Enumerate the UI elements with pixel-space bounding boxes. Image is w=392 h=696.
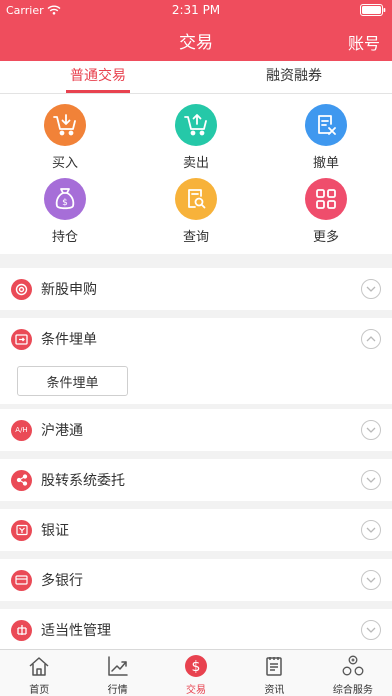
page-title: 交易 xyxy=(179,33,213,53)
trade-tabs: 普通交易 融资融券 xyxy=(0,61,392,94)
bank-securities-icon xyxy=(11,519,32,541)
conditional-order-icon xyxy=(11,328,32,350)
menu-row-share-transfer[interactable]: 股转系统委托 xyxy=(0,459,392,501)
sell-button[interactable]: 卖出 xyxy=(156,104,236,171)
tab-margin-trade[interactable]: 融资融券 xyxy=(196,61,392,93)
menu-row-bank-securities[interactable]: 银证 xyxy=(0,509,392,551)
chevron-down-icon xyxy=(361,570,381,590)
document-search-icon xyxy=(175,178,217,220)
chevron-down-icon xyxy=(361,520,381,540)
menu-row-suitability[interactable]: 适当性管理 xyxy=(0,609,392,651)
trend-chart-icon xyxy=(106,654,130,678)
svg-text:$: $ xyxy=(192,659,201,675)
sell-label: 卖出 xyxy=(182,156,209,171)
chevron-up-icon xyxy=(361,329,381,349)
buy-button[interactable]: 买入 xyxy=(25,104,105,171)
tabbar-label: 综合服务 xyxy=(332,685,373,696)
menu-row-hk-connect[interactable]: A/H 沪港通 xyxy=(0,409,392,451)
query-button[interactable]: 查询 xyxy=(156,178,236,245)
cancel-order-label: 撤单 xyxy=(312,156,339,171)
more-label: 更多 xyxy=(312,230,339,245)
menu-label: 条件埋单 xyxy=(41,332,97,348)
header: Carrier 2:31 PM 交易 账号 xyxy=(0,0,392,61)
menu-label: 银证 xyxy=(41,523,69,539)
menu-row-multi-bank[interactable]: 多银行 xyxy=(0,559,392,601)
action-grid: 买入 卖出 撤单 $ 持仓 查询 更多 xyxy=(0,94,392,254)
grid-more-icon xyxy=(305,178,347,220)
conditional-order-button[interactable]: 条件埋单 xyxy=(17,366,128,396)
tabbar-label: 行情 xyxy=(107,685,128,696)
conditional-order-panel: 条件埋单 xyxy=(0,356,392,404)
chevron-down-icon xyxy=(361,470,381,490)
svg-text:$: $ xyxy=(62,198,68,208)
menu-label: 新股申购 xyxy=(41,282,97,298)
tabbar-label: 首页 xyxy=(29,685,50,696)
menu-row-new-stock[interactable]: 新股申购 xyxy=(0,268,392,310)
card-icon xyxy=(11,569,32,591)
bottom-tab-bar: 首页 行情 $ 交易 资讯 综合服务 xyxy=(0,649,392,696)
tabbar-trade[interactable]: $ 交易 xyxy=(157,650,235,696)
cancel-order-icon xyxy=(305,104,347,146)
tabbar-home[interactable]: 首页 xyxy=(0,650,78,696)
dollar-icon: $ xyxy=(184,654,208,678)
tabbar-services[interactable]: 综合服务 xyxy=(314,650,392,696)
cart-in-icon xyxy=(44,104,86,146)
menu-row-conditional-order[interactable]: 条件埋单 xyxy=(0,318,392,360)
account-button[interactable]: 账号 xyxy=(348,30,380,54)
position-label: 持仓 xyxy=(51,230,78,245)
chevron-down-icon xyxy=(361,620,381,640)
menu-label: 股转系统委托 xyxy=(41,473,125,489)
buy-label: 买入 xyxy=(51,156,78,171)
tabbar-label: 资讯 xyxy=(264,685,285,696)
menu-label: 沪港通 xyxy=(41,423,83,439)
status-time: 2:31 PM xyxy=(171,3,221,17)
chevron-down-icon xyxy=(361,420,381,440)
query-label: 查询 xyxy=(182,230,209,245)
money-bag-icon: $ xyxy=(44,178,86,220)
ah-icon-text: A/H xyxy=(15,426,28,434)
nav-bar: 交易 账号 xyxy=(0,20,392,61)
cart-out-icon xyxy=(175,104,217,146)
chevron-down-icon xyxy=(361,279,381,299)
cancel-order-button[interactable]: 撤单 xyxy=(286,104,366,171)
news-icon xyxy=(262,654,286,678)
home-icon xyxy=(27,654,51,678)
share-icon xyxy=(11,469,32,491)
tabbar-market[interactable]: 行情 xyxy=(78,650,156,696)
position-button[interactable]: $ 持仓 xyxy=(25,178,105,245)
services-icon xyxy=(341,654,365,678)
tabbar-label: 交易 xyxy=(186,685,207,696)
menu-label: 适当性管理 xyxy=(41,623,111,639)
more-button[interactable]: 更多 xyxy=(286,178,366,245)
tabbar-news[interactable]: 资讯 xyxy=(235,650,313,696)
ah-icon: A/H xyxy=(11,419,32,441)
new-stock-icon xyxy=(11,278,32,300)
tab-normal-trade[interactable]: 普通交易 xyxy=(0,61,196,93)
suitability-icon xyxy=(11,619,32,641)
status-bar: Carrier 2:31 PM xyxy=(0,0,392,20)
menu-label: 多银行 xyxy=(41,573,83,589)
